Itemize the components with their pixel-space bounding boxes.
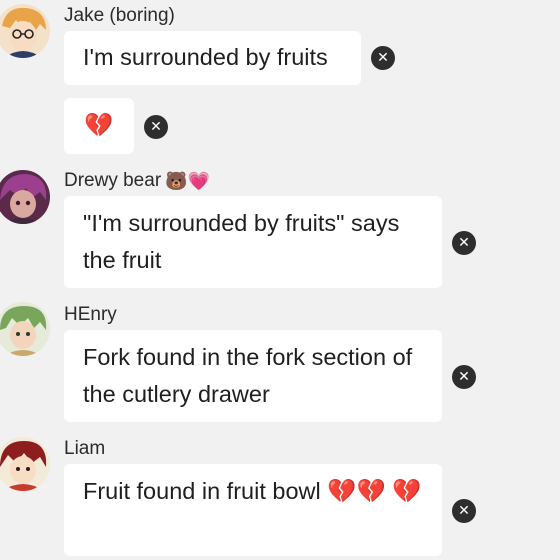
close-icon: ✕ — [458, 503, 470, 519]
message-text: I'm surrounded by fruits — [83, 44, 328, 70]
avatar-liam[interactable] — [0, 437, 50, 491]
message-bubble[interactable]: 💔 — [64, 98, 134, 154]
author-name-text: Drewy bear — [64, 170, 162, 191]
delete-message-button[interactable]: ✕ — [452, 499, 476, 523]
avatar-drewy[interactable] — [0, 170, 50, 224]
delete-message-button[interactable]: ✕ — [452, 365, 476, 389]
author-name-text: HEnry — [64, 304, 117, 325]
delete-message-button[interactable]: ✕ — [452, 231, 476, 255]
author-emojis: 🐻💗 — [165, 170, 210, 192]
message-bubble[interactable]: "I'm surrounded by fruits" says the frui… — [64, 196, 442, 288]
avatar-jake[interactable] — [0, 4, 50, 58]
author-name: Liam — [64, 438, 105, 460]
avatar-jake-image — [0, 4, 50, 58]
avatar-henry[interactable] — [0, 302, 50, 356]
close-icon: ✕ — [458, 369, 470, 385]
avatar-henry-image — [0, 302, 50, 356]
message-text: Fruit found in fruit bowl 💔💔 💔 — [83, 478, 422, 504]
author-name-text: Jake (boring) — [64, 5, 175, 26]
author-name: Jake (boring) — [64, 5, 175, 27]
message-text: Fork found in the fork section of the cu… — [83, 344, 419, 407]
author-name-text: Liam — [64, 438, 106, 459]
author-name: Drewy bear 🐻💗 — [64, 170, 210, 192]
close-icon: ✕ — [377, 50, 389, 66]
close-icon: ✕ — [150, 119, 162, 135]
message-bubble[interactable]: Fork found in the fork section of the cu… — [64, 330, 442, 422]
message-bubble[interactable]: I'm surrounded by fruits — [64, 31, 361, 85]
close-icon: ✕ — [458, 235, 470, 251]
broken-heart-emoji: 💔 — [84, 111, 114, 139]
message-bubble[interactable]: Fruit found in fruit bowl 💔💔 💔 — [64, 464, 442, 556]
message-text: "I'm surrounded by fruits" says the frui… — [83, 210, 406, 273]
delete-message-button[interactable]: ✕ — [144, 115, 168, 139]
author-name: HEnry — [64, 304, 117, 326]
avatar-drewy-image — [0, 170, 50, 224]
avatar-liam-image — [0, 437, 50, 491]
delete-message-button[interactable]: ✕ — [371, 46, 395, 70]
